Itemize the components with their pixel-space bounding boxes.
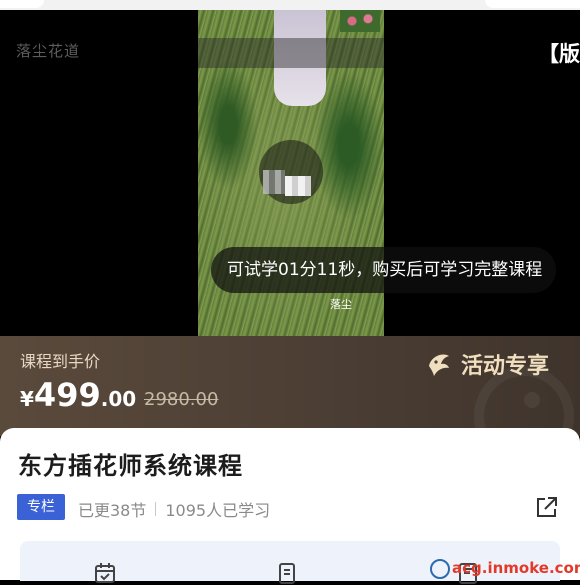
magnifier-icon bbox=[430, 559, 450, 579]
column-tag: 专栏 bbox=[17, 494, 65, 520]
top-right-pill[interactable] bbox=[485, 0, 580, 8]
price-decimal: .00 bbox=[100, 387, 137, 411]
update-count: 已更38节 bbox=[78, 501, 147, 520]
play-mosaic-icon bbox=[263, 170, 285, 194]
course-info-card: 东方插花师系统课程 专栏 已更38节 1095人已学习 acg.inmoke.c… bbox=[0, 428, 580, 584]
video-watermark: 落尘 bbox=[330, 298, 352, 311]
channel-name: 落尘花道 bbox=[16, 42, 81, 60]
video-player[interactable]: 落尘花道 【版 可试学01分11秒，购买后可学习完整课程 落尘 bbox=[0, 10, 580, 336]
price-integer: 499 bbox=[33, 376, 101, 414]
promo-badge: 活动专享 bbox=[425, 348, 549, 380]
video-topbar bbox=[198, 38, 384, 68]
play-mosaic-icon-2 bbox=[285, 176, 311, 196]
fish-logo-icon bbox=[429, 354, 449, 376]
video-flowers bbox=[340, 10, 380, 32]
price-label: 课程到手价 bbox=[20, 352, 101, 371]
current-price: ¥499.00 bbox=[20, 376, 136, 414]
document-icon[interactable] bbox=[275, 561, 299, 585]
meta-divider bbox=[155, 502, 157, 516]
trial-notice: 可试学01分11秒，购买后可学习完整课程 bbox=[211, 247, 557, 293]
site-watermark: acg.inmoke.com bbox=[430, 559, 580, 579]
edition-badge: 【版 bbox=[538, 42, 580, 66]
banner-decoration-dot bbox=[524, 392, 540, 408]
site-watermark-text: acg.inmoke.com bbox=[452, 559, 580, 577]
currency-symbol: ¥ bbox=[20, 387, 34, 411]
top-left-pill[interactable] bbox=[0, 0, 44, 8]
promo-label: 活动专享 bbox=[461, 354, 550, 379]
course-meta: 已更38节 1095人已学习 bbox=[78, 497, 270, 521]
share-icon[interactable] bbox=[534, 494, 560, 520]
video-bush-left bbox=[198, 60, 258, 190]
calendar-icon[interactable] bbox=[93, 561, 117, 585]
price-banner: 课程到手价 ¥499.00 2980.00 活动专享 bbox=[0, 336, 580, 466]
play-button[interactable] bbox=[259, 140, 323, 204]
original-price: 2980.00 bbox=[144, 389, 219, 410]
search-bar-strip bbox=[0, 0, 580, 10]
learner-count: 1095人已学习 bbox=[165, 501, 271, 520]
course-title: 东方插花师系统课程 bbox=[18, 452, 243, 480]
